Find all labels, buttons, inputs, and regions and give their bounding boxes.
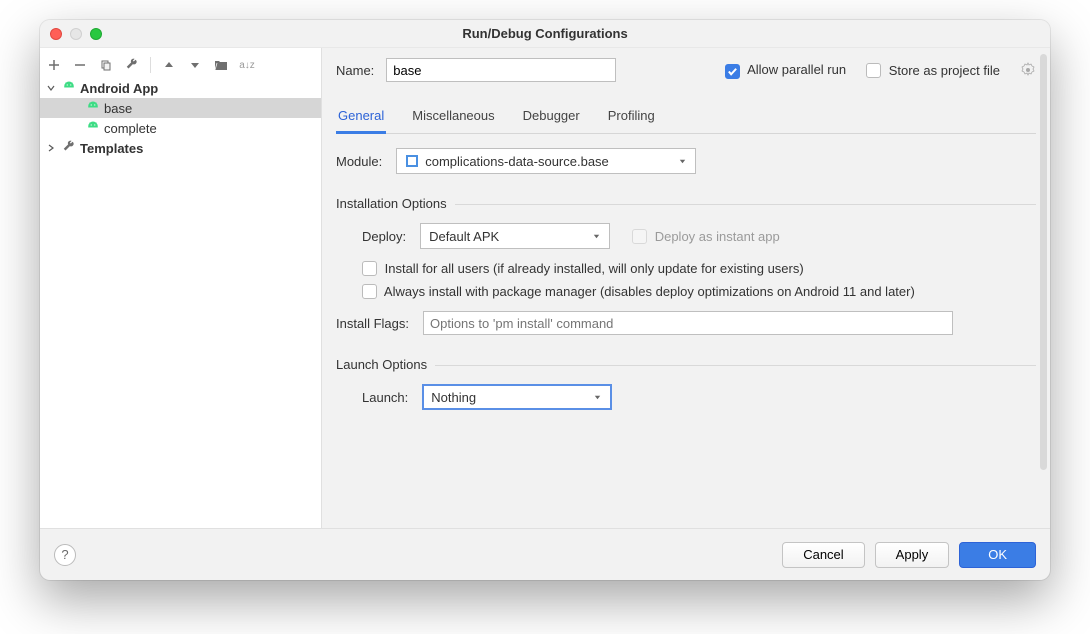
install-flags-label: Install Flags: <box>336 316 409 331</box>
allow-parallel-checkbox[interactable]: Allow parallel run <box>725 62 846 79</box>
close-button[interactable] <box>50 28 62 40</box>
move-up-icon[interactable] <box>161 57 177 73</box>
install-flags-input[interactable] <box>423 311 953 335</box>
launch-options-section: Launch Options Launch: Nothing <box>336 357 1036 410</box>
chevron-down-icon <box>593 390 602 405</box>
header-options: Allow parallel run Store as project file <box>725 62 1036 79</box>
module-row: Module: complications-data-source.base <box>336 148 1036 174</box>
window-title: Run/Debug Configurations <box>462 26 627 41</box>
allow-parallel-label: Allow parallel run <box>747 62 846 77</box>
divider <box>455 204 1036 205</box>
zoom-button[interactable] <box>90 28 102 40</box>
name-label: Name: <box>336 63 374 78</box>
tree-node-base[interactable]: base <box>40 98 321 118</box>
deploy-value: Default APK <box>429 229 499 244</box>
checkbox-icon <box>866 63 881 78</box>
checkbox-icon <box>632 229 647 244</box>
scrollbar[interactable] <box>1040 54 1047 470</box>
tab-debugger[interactable]: Debugger <box>521 100 582 133</box>
launch-value: Nothing <box>431 390 476 405</box>
module-dropdown[interactable]: complications-data-source.base <box>396 148 696 174</box>
sidebar-toolbar: a↓z <box>40 52 321 78</box>
install-pm-label: Always install with package manager (dis… <box>384 284 915 299</box>
add-config-icon[interactable] <box>46 57 62 73</box>
section-title: Installation Options <box>336 196 1036 211</box>
dialog-window: Run/Debug Configurations a↓z Android App <box>40 20 1050 580</box>
deploy-label: Deploy: <box>362 229 406 244</box>
tree-node-templates[interactable]: Templates <box>40 138 321 158</box>
footer: ? Cancel Apply OK <box>40 528 1050 580</box>
android-icon <box>62 81 76 95</box>
chevron-right-icon[interactable] <box>46 141 58 156</box>
minimize-button[interactable] <box>70 28 82 40</box>
titlebar[interactable]: Run/Debug Configurations <box>40 20 1050 48</box>
tree-label-complete: complete <box>104 121 157 136</box>
install-pm-checkbox[interactable]: Always install with package manager (dis… <box>362 284 915 299</box>
tabs: General Miscellaneous Debugger Profiling <box>336 100 1036 134</box>
traffic-lights <box>50 28 102 40</box>
copy-config-icon[interactable] <box>98 57 114 73</box>
tab-profiling[interactable]: Profiling <box>606 100 657 133</box>
name-row: Name: Allow parallel run Store as projec… <box>336 48 1036 88</box>
name-input[interactable] <box>386 58 616 82</box>
tree-node-complete[interactable]: complete <box>40 118 321 138</box>
tab-general[interactable]: General <box>336 100 386 133</box>
cancel-button[interactable]: Cancel <box>782 542 864 568</box>
install-flags-row: Install Flags: <box>362 311 1036 335</box>
deploy-instant-label: Deploy as instant app <box>655 229 780 244</box>
apply-button[interactable]: Apply <box>875 542 950 568</box>
store-project-label: Store as project file <box>889 63 1000 78</box>
checkbox-icon <box>362 261 377 276</box>
deploy-instant-checkbox: Deploy as instant app <box>632 229 780 244</box>
wrench-icon <box>62 140 76 157</box>
tree-node-android-app[interactable]: Android App <box>40 78 321 98</box>
tree-label-base: base <box>104 101 132 116</box>
sort-icon[interactable]: a↓z <box>239 57 255 73</box>
toolbar-separator <box>150 57 151 73</box>
tree-label-templates: Templates <box>80 141 143 156</box>
android-icon <box>86 121 100 135</box>
deploy-dropdown[interactable]: Default APK <box>420 223 610 249</box>
chevron-down-icon[interactable] <box>46 81 58 96</box>
dialog-body: a↓z Android App base complete Templates <box>40 48 1050 528</box>
chevron-down-icon <box>678 154 687 169</box>
launch-label: Launch: <box>362 390 408 405</box>
divider <box>435 365 1036 366</box>
chevron-down-icon <box>592 229 601 244</box>
checkbox-icon <box>362 284 377 299</box>
module-icon <box>405 154 419 168</box>
install-all-users-label: Install for all users (if already instal… <box>385 261 804 276</box>
tree-label-android-app: Android App <box>80 81 158 96</box>
android-icon <box>86 101 100 115</box>
ok-button[interactable]: OK <box>959 542 1036 568</box>
launch-row: Launch: Nothing <box>362 384 1036 410</box>
folder-icon[interactable] <box>213 57 229 73</box>
module-value: complications-data-source.base <box>425 154 609 169</box>
remove-config-icon[interactable] <box>72 57 88 73</box>
install-all-users-checkbox[interactable]: Install for all users (if already instal… <box>362 261 804 276</box>
help-button[interactable]: ? <box>54 544 76 566</box>
install-all-users-row: Install for all users (if already instal… <box>362 261 1036 276</box>
deploy-row: Deploy: Default APK Deploy as instant ap… <box>362 223 1036 249</box>
move-down-icon[interactable] <box>187 57 203 73</box>
store-project-checkbox[interactable]: Store as project file <box>866 63 1000 78</box>
module-label: Module: <box>336 154 382 169</box>
tab-miscellaneous[interactable]: Miscellaneous <box>410 100 496 133</box>
content-panel: Name: Allow parallel run Store as projec… <box>322 48 1050 528</box>
edit-templates-icon[interactable] <box>124 57 140 73</box>
section-title: Launch Options <box>336 357 1036 372</box>
install-pm-row: Always install with package manager (dis… <box>362 284 1036 299</box>
installation-options-section: Installation Options Deploy: Default APK… <box>336 196 1036 335</box>
gear-icon[interactable] <box>1020 62 1036 78</box>
section-label: Installation Options <box>336 196 447 211</box>
launch-dropdown[interactable]: Nothing <box>422 384 612 410</box>
config-sidebar: a↓z Android App base complete Templates <box>40 48 322 528</box>
section-label: Launch Options <box>336 357 427 372</box>
checkbox-icon <box>725 64 740 79</box>
